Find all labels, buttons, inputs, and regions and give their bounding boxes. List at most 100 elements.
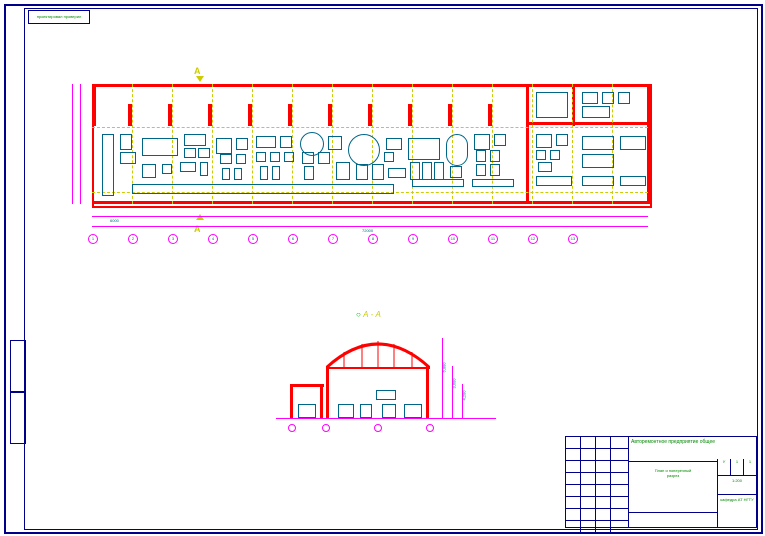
- equipment: [142, 138, 178, 156]
- equipment: [582, 136, 614, 150]
- section-wall: [290, 386, 293, 418]
- equipment: [384, 152, 394, 162]
- scale-text: 1:200: [732, 478, 742, 483]
- equipment: [602, 92, 614, 104]
- grid-bubble: [374, 424, 382, 432]
- equipment: [410, 162, 420, 180]
- equipment: [620, 136, 646, 150]
- dimension-line: [452, 366, 453, 418]
- sheet-cell: 1: [731, 459, 744, 475]
- equipment: [536, 176, 572, 186]
- title-block-titles: Авторемонтное предприятие общее План и п…: [628, 437, 718, 527]
- grid-bubble: 10: [448, 234, 458, 244]
- sheet-text: 1: [736, 459, 738, 464]
- equipment: [582, 176, 614, 186]
- equipment: [422, 162, 432, 180]
- section-label-text: А - А: [363, 310, 381, 319]
- dimension-text: 3,600: [452, 378, 457, 388]
- circle-icon: ○: [356, 310, 361, 319]
- equipment: [328, 136, 342, 150]
- org-cell: кафедра АТ НГТУ: [718, 495, 756, 531]
- section-roof: [290, 384, 324, 387]
- dimension-line: [80, 84, 81, 204]
- grid-bubble: 13: [568, 234, 578, 244]
- equipment: [494, 134, 506, 146]
- drawing-sheet: проектировал проверил: [4, 4, 763, 534]
- project-title-text: Авторемонтное предприятие общее: [631, 439, 715, 445]
- equipment: [536, 92, 568, 118]
- section-mark-top: А: [194, 66, 201, 76]
- section-interior: [376, 390, 396, 400]
- dimension-line: [92, 226, 648, 227]
- equipment: [536, 134, 552, 148]
- grid-bubble: [322, 424, 330, 432]
- equipment: [388, 168, 406, 178]
- equipment: [412, 179, 464, 187]
- equipment: [284, 152, 294, 162]
- equipment: [198, 148, 210, 158]
- equipment: [220, 154, 232, 164]
- grid-bubble: [426, 424, 434, 432]
- grid-line: [532, 84, 533, 204]
- equipment: [372, 164, 384, 180]
- partition: [526, 84, 529, 204]
- drawing-title-text2: разрез: [628, 473, 718, 478]
- partition: [526, 122, 650, 125]
- grid-bubble: 1: [88, 234, 98, 244]
- cross-section: ○ А - А 6,000 3,: [286, 326, 486, 436]
- dimension-line: [462, 384, 463, 418]
- equipment: [538, 162, 552, 172]
- title-block: Авторемонтное предприятие общее План и п…: [565, 436, 757, 528]
- equipment: [472, 179, 514, 187]
- grid-bubble: 5: [248, 234, 258, 244]
- section-arrow-icon: [196, 76, 204, 82]
- equipment: [120, 152, 136, 164]
- partition: [92, 84, 96, 126]
- section-title: ○ А - А: [356, 310, 381, 319]
- equipment: [184, 134, 206, 146]
- equipment: [260, 166, 268, 180]
- equipment: [582, 154, 614, 168]
- drawing-title: План и поперечный разрез: [628, 462, 718, 513]
- title-block-signatures: [566, 437, 629, 527]
- equipment: [236, 138, 248, 150]
- equipment: [550, 150, 560, 160]
- grid-bubble: 4: [208, 234, 218, 244]
- equipment: [556, 134, 568, 146]
- equipment: [620, 176, 646, 186]
- equipment: [304, 166, 314, 180]
- grid-bubble: 9: [408, 234, 418, 244]
- equipment: [256, 152, 266, 162]
- equipment: [450, 166, 462, 178]
- floor-plan: А А 72000 6000 1 2 3 4 5 6 7 8 9 10 11 1…: [92, 84, 652, 232]
- section-roof-arch: [326, 338, 430, 378]
- revision-stamp: проектировал проверил: [28, 10, 90, 24]
- equipment: [280, 136, 292, 148]
- equipment: [476, 164, 486, 176]
- equipment: [216, 138, 232, 154]
- section-interior: [382, 404, 396, 418]
- dimension-line: [92, 216, 648, 217]
- grid-bubble: 7: [328, 234, 338, 244]
- equipment: [446, 134, 468, 166]
- sheets-text: 1: [749, 459, 751, 464]
- scale-cell: 1:200: [718, 476, 756, 495]
- dimension-text: 6000: [110, 218, 119, 223]
- stage-text: У: [723, 459, 726, 464]
- title-block-meta: У 1 1 1:200 кафедра АТ НГТУ: [717, 459, 756, 527]
- equipment: [272, 166, 280, 180]
- section-wall: [320, 386, 323, 418]
- section-arrow-icon: [196, 214, 204, 220]
- binding-stamp-2: [10, 392, 26, 444]
- equipment: [434, 162, 444, 180]
- grid-bubble: 8: [368, 234, 378, 244]
- equipment: [270, 152, 280, 162]
- partition: [92, 84, 650, 87]
- dimension-text: 6,000: [442, 362, 447, 372]
- stamp-text: проектировал проверил: [37, 14, 82, 19]
- partition: [647, 84, 650, 204]
- binding-stamp-1: [10, 340, 26, 392]
- grid-bubble: 2: [128, 234, 138, 244]
- equipment: [200, 162, 208, 176]
- equipment: [476, 150, 486, 162]
